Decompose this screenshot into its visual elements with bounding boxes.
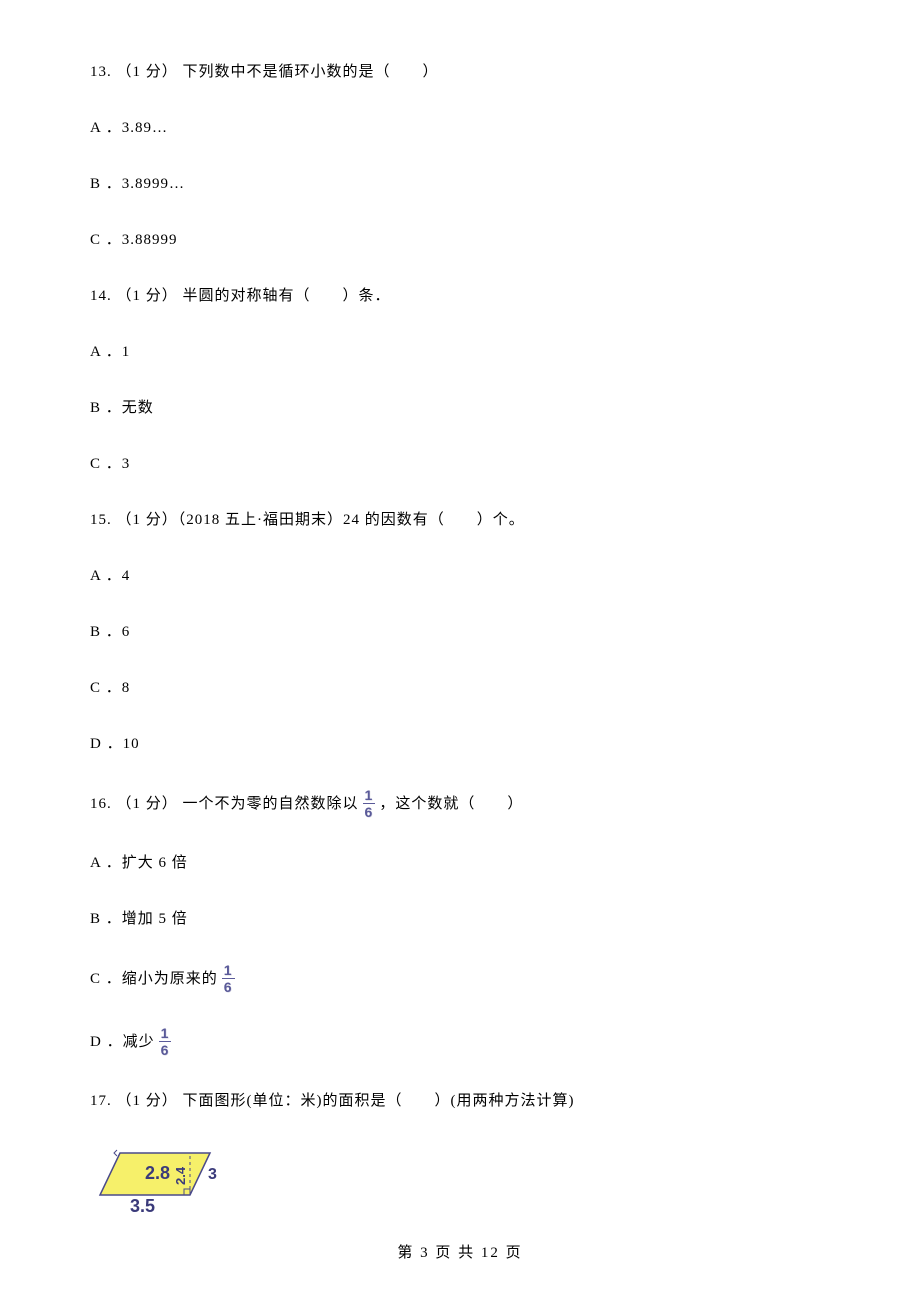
q16-option-b: B ．增加 5 倍 [90, 907, 830, 931]
q14-stem: 14. （1 分） 半圆的对称轴有（ ）条． [90, 284, 830, 308]
q16-option-c-text: C ．缩小为原来的 [90, 967, 218, 991]
q14-option-a: A ．1 [90, 340, 830, 364]
q16-stem: 16. （1 分） 一个不为零的自然数除以 1 6 ，这个数就（ ） [90, 788, 523, 819]
q13-stem: 13. （1 分） 下列数中不是循环小数的是（ ） [90, 60, 830, 84]
q15-option-a: A ．4 [90, 564, 830, 588]
q13-option-c: C ．3.88999 [90, 228, 830, 252]
q13-option-a: A ．3.89… [90, 116, 830, 140]
fraction-1-6-icon: 1 6 [222, 963, 235, 994]
q16-option-d: D ．减少 1 6 [90, 1026, 830, 1057]
q15-option-d: D ．10 [90, 732, 830, 756]
parallelogram-icon: 2.8 2.4 3 3.5 [90, 1145, 230, 1215]
fraction-numerator: 1 [222, 963, 235, 978]
q15-option-b: B ．6 [90, 620, 830, 644]
fraction-1-6-icon: 1 6 [159, 1026, 172, 1057]
fraction-numerator: 1 [159, 1026, 172, 1041]
figure-label-top: 2.8 [145, 1163, 170, 1183]
q16-option-c: C ．缩小为原来的 1 6 [90, 963, 830, 994]
q17-figure: 2.8 2.4 3 3.5 [90, 1145, 830, 1220]
figure-label-bottom: 3.5 [130, 1196, 155, 1215]
q16-stem-pre: 16. （1 分） 一个不为零的自然数除以 [90, 792, 359, 816]
q14-option-b: B ．无数 [90, 396, 830, 420]
fraction-numerator: 1 [363, 788, 376, 803]
fraction-denominator: 6 [363, 803, 376, 819]
q15-stem: 15. （1 分）（2018 五上·福田期末）24 的因数有（ ）个。 [90, 508, 830, 532]
q16-option-d-text: D ．减少 [90, 1030, 155, 1054]
q17-stem: 17. （1 分） 下面图形(单位：米)的面积是（ ）(用两种方法计算) [90, 1089, 830, 1113]
fraction-denominator: 6 [159, 1041, 172, 1057]
fraction-1-6-icon: 1 6 [363, 788, 376, 819]
q15-option-c: C ．8 [90, 676, 830, 700]
figure-label-right: 3 [208, 1166, 217, 1183]
fraction-denominator: 6 [222, 978, 235, 994]
q16-stem-post: ，这个数就（ ） [379, 792, 523, 816]
q13-option-b: B ．3.8999… [90, 172, 830, 196]
q16-option-a: A ．扩大 6 倍 [90, 851, 830, 875]
q14-option-c: C ．3 [90, 452, 830, 476]
figure-label-height: 2.4 [173, 1166, 188, 1185]
page-footer: 第 3 页 共 12 页 [0, 1241, 920, 1262]
